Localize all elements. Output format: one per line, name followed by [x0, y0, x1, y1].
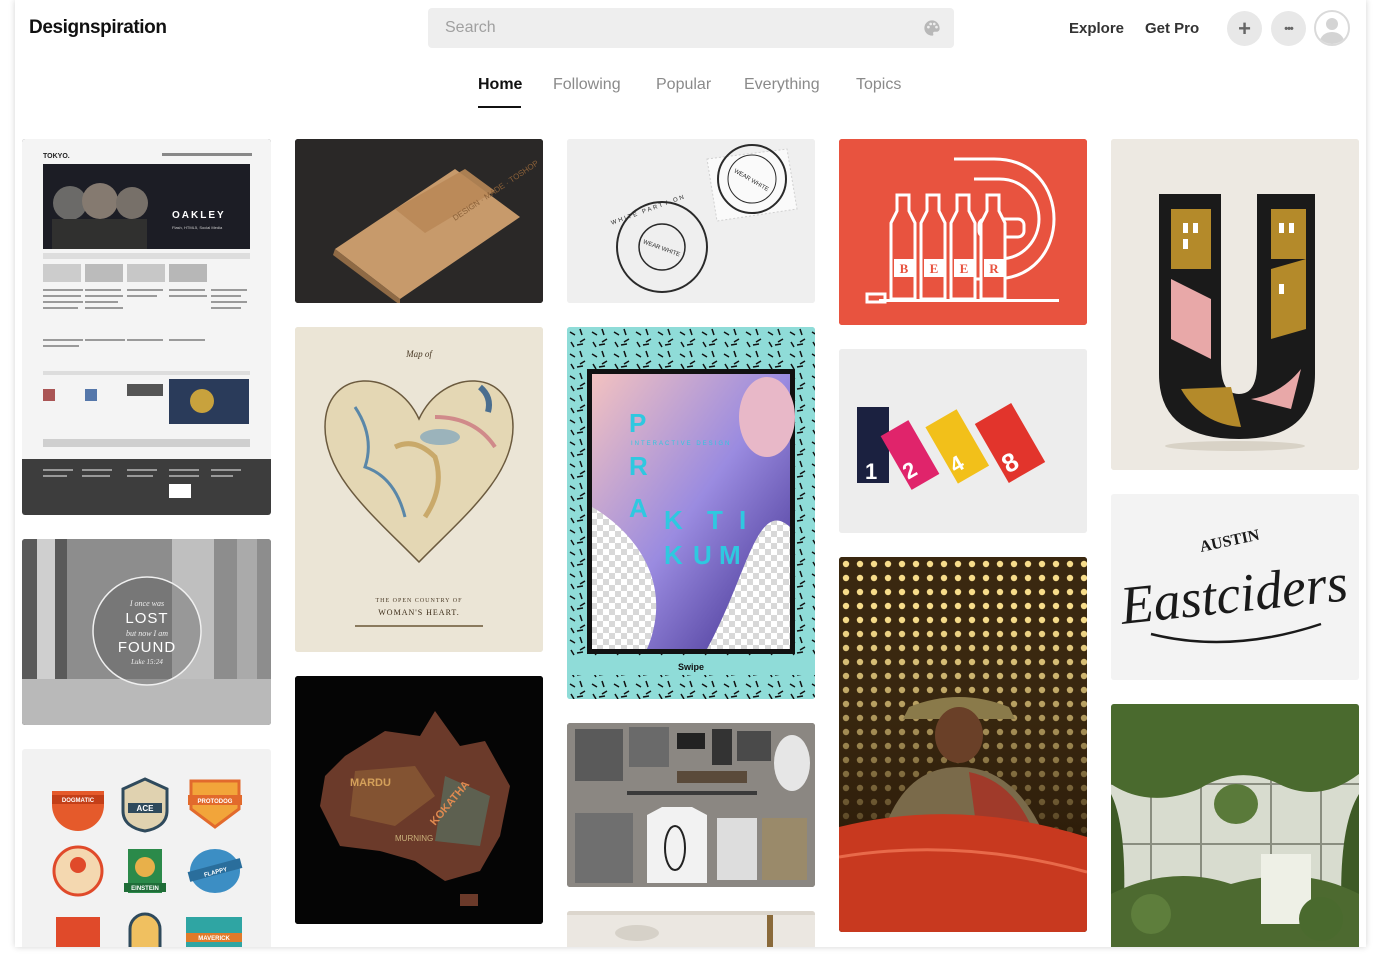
- image-tile-dog-badges[interactable]: DOGMATIC ACE PROTODOG EINSTEIN FLAPPY MA…: [22, 749, 271, 947]
- color-palette-icon[interactable]: [923, 19, 941, 37]
- praktikum-letter-k: K: [664, 505, 683, 535]
- tab-popular[interactable]: Popular: [656, 76, 711, 94]
- lost-found-photo: I once was LOST but now I am FOUND Luke …: [22, 539, 271, 725]
- badge-label-3: PROTODOG: [198, 799, 233, 805]
- package-photo: DESIGN · MADE · TOSHOP: [295, 139, 543, 303]
- tab-everything[interactable]: Everything: [744, 76, 820, 94]
- image-tile-car-portrait[interactable]: [839, 557, 1087, 932]
- heart-map-caption: THE OPEN COUNTRY OF: [376, 598, 463, 604]
- flatlay-photo: [567, 723, 815, 887]
- badge-label-9: MAVERICK: [198, 936, 230, 942]
- heart-map-illustration: Map of THE OPEN COUNTRY OF WOMAN'S HEART…: [295, 327, 543, 652]
- image-tile-greenhouse[interactable]: [1111, 704, 1359, 947]
- beer-letter-e2: E: [960, 261, 969, 276]
- heart-map-title: Map of: [405, 349, 433, 359]
- oakley-headline: OAKLEY: [172, 210, 226, 221]
- image-tile-kraft-package[interactable]: DESIGN · MADE · TOSHOP: [295, 139, 543, 303]
- praktikum-footer: Swipe: [678, 662, 704, 672]
- image-tile-letter-u[interactable]: [1111, 139, 1359, 470]
- greenhouse-photo: [1111, 704, 1359, 947]
- image-tile-white-party-stamps[interactable]: WEAR WHITE WEAR WHITE WHITE PARTY ON: [567, 139, 815, 303]
- image-tile-flatlay-clothing[interactable]: [567, 723, 815, 887]
- user-icon: [1319, 18, 1345, 44]
- beer-letter-e1: E: [930, 261, 939, 276]
- australia-map-image: MARDU KOKATHA MURNING: [295, 676, 543, 924]
- card-number-1: 1: [865, 459, 877, 484]
- tab-topics[interactable]: Topics: [856, 76, 901, 94]
- praktikum-poster-image: P R A K T I K U M INTERACTIVE DESIGN Swi…: [567, 327, 815, 699]
- tab-bar: Home Following Popular Everything Topics: [15, 76, 1366, 112]
- australia-word-3: MURNING: [395, 834, 433, 843]
- lost-line2: but now I am: [126, 629, 168, 638]
- explore-link[interactable]: Explore: [1069, 20, 1124, 37]
- praktikum-letter-p: P: [629, 408, 646, 438]
- image-tile-interior-partial[interactable]: [567, 911, 815, 947]
- praktikum-letter-a: A: [629, 493, 648, 523]
- more-icon: •••: [1284, 22, 1294, 35]
- image-tile-praktikum-poster[interactable]: P R A K T I K U M INTERACTIVE DESIGN Swi…: [567, 327, 815, 699]
- beer-letter-b: B: [900, 261, 909, 276]
- active-tab-indicator: [478, 106, 521, 108]
- website-mockup-image: TOKYO. OAKLEY Flash, HTML5, Social Media: [22, 139, 271, 498]
- image-tile-beer-illustration[interactable]: B E E R: [839, 139, 1087, 325]
- image-tile-heart-map[interactable]: Map of THE OPEN COUNTRY OF WOMAN'S HEART…: [295, 327, 543, 652]
- add-button[interactable]: +: [1227, 11, 1262, 46]
- site-logo[interactable]: Designspiration: [29, 17, 167, 39]
- praktikum-letter-t: T: [707, 505, 723, 535]
- badges-illustration: DOGMATIC ACE PROTODOG EINSTEIN FLAPPY MA…: [52, 777, 243, 947]
- badge-label-1: DOGMATIC: [62, 798, 95, 804]
- praktikum-letter-r: R: [629, 451, 648, 481]
- image-tile-number-cards[interactable]: 1 2 4 8: [839, 349, 1087, 533]
- praktikum-letter-k2: K: [664, 540, 683, 570]
- plus-icon: +: [1238, 15, 1251, 41]
- letter-u-illustration: [1111, 139, 1359, 470]
- praktikum-letter-m: M: [719, 540, 741, 570]
- stamps-photo: WEAR WHITE WEAR WHITE WHITE PARTY ON: [567, 139, 815, 303]
- eastciders-logo: AUSTIN Eastciders: [1111, 494, 1359, 680]
- lost-line1: I once was: [129, 599, 164, 608]
- search-bar[interactable]: Search: [428, 8, 954, 48]
- praktikum-letter-u: U: [693, 540, 712, 570]
- badge-label-5: EINSTEIN: [131, 886, 159, 892]
- app-window: Designspiration Search Explore Get Pro +…: [15, 0, 1366, 947]
- number-cards-photo: 1 2 4 8: [839, 349, 1087, 533]
- image-tile-lost-found[interactable]: I once was LOST but now I am FOUND Luke …: [22, 539, 271, 725]
- search-input[interactable]: Search: [445, 19, 496, 37]
- tab-home[interactable]: Home: [478, 76, 522, 94]
- praktikum-letter-i: I: [739, 505, 746, 535]
- oakley-brand: TOKYO.: [43, 153, 70, 160]
- image-tile-australia-typography[interactable]: MARDU KOKATHA MURNING: [295, 676, 543, 924]
- heart-map-caption2: WOMAN'S HEART.: [378, 608, 459, 617]
- interior-photo: [567, 911, 815, 947]
- image-tile-oakley-website[interactable]: TOKYO. OAKLEY Flash, HTML5, Social Media: [22, 139, 271, 515]
- get-pro-link[interactable]: Get Pro: [1145, 20, 1199, 37]
- oakley-sub: Flash, HTML5, Social Media: [172, 225, 223, 230]
- user-avatar[interactable]: [1314, 10, 1350, 46]
- beer-letter-r: R: [989, 261, 999, 276]
- tab-following[interactable]: Following: [553, 76, 621, 94]
- australia-word-1: MARDU: [350, 777, 391, 789]
- image-tile-austin-eastciders[interactable]: AUSTIN Eastciders: [1111, 494, 1359, 680]
- lost-ref: Luke 15:24: [130, 658, 163, 666]
- lost-word1: LOST: [125, 610, 168, 627]
- more-button[interactable]: •••: [1271, 11, 1306, 46]
- badge-label-2: ACE: [137, 804, 155, 813]
- lost-word2: FOUND: [118, 639, 176, 656]
- beer-illustration: B E E R: [839, 139, 1087, 325]
- praktikum-subtitle: INTERACTIVE DESIGN: [631, 441, 731, 447]
- car-portrait-photo: [839, 557, 1087, 932]
